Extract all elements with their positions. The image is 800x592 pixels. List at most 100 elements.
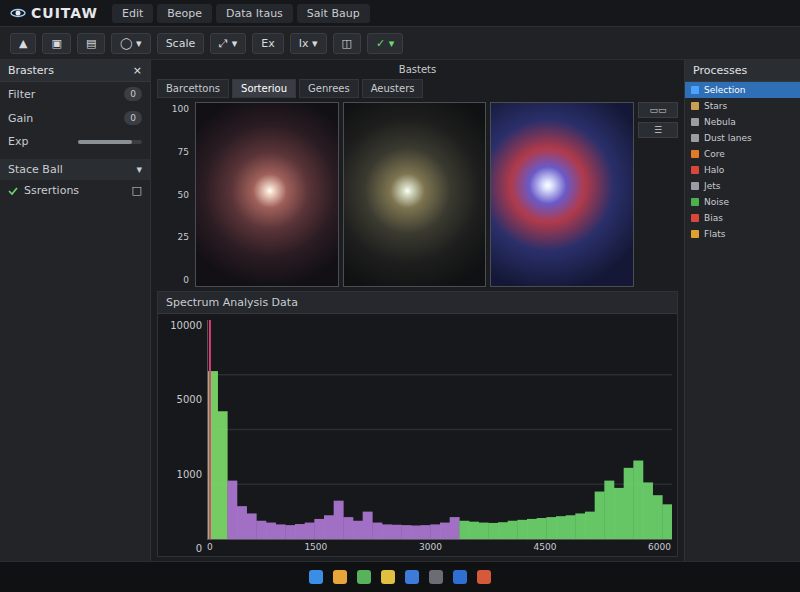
section-header[interactable]: Stace Ball ▾ [0, 159, 150, 180]
viewer-area: Bastets BarcettonsSorteriouGenreesAeuster… [151, 60, 684, 561]
toggle-knob[interactable]: 0 [124, 87, 142, 101]
menu-item[interactable]: Beope [157, 4, 212, 23]
x-tick: 1500 [304, 542, 327, 552]
item-label: Flats [704, 229, 725, 239]
spectrum-bar [595, 492, 605, 539]
layer-row[interactable]: Gain0 [0, 106, 150, 130]
process-item[interactable]: Nebula [685, 114, 800, 130]
tool-button[interactable]: ✓ ▾ [367, 33, 403, 54]
app-icon[interactable] [453, 570, 467, 584]
layer-row[interactable]: Exp [0, 130, 150, 153]
tool-button[interactable]: ◯ ▾ [111, 33, 150, 54]
x-tick: 3000 [419, 542, 442, 552]
title-bar: CUITAWEditBeopeData ItausSait Baup [0, 0, 800, 27]
spectrum-bar [363, 512, 373, 539]
tool-button[interactable]: Ex [252, 33, 283, 54]
spectrum-chart [207, 320, 672, 540]
spectrum-bar [392, 525, 402, 539]
item-label: Bias [704, 213, 723, 223]
spectrum-bar [662, 504, 672, 539]
color-swatch [691, 182, 699, 190]
plot-area: 01500300045006000 [207, 320, 671, 554]
tool-button[interactable]: ⤢ ▾ [210, 33, 246, 54]
spectrum-bar [517, 520, 527, 539]
close-button[interactable]: × [133, 64, 142, 77]
spectrum-bar [653, 495, 663, 539]
x-tick: 6000 [648, 542, 671, 552]
image-tab[interactable]: Barcettons [157, 79, 229, 98]
process-item[interactable]: Flats [685, 226, 800, 242]
slider-track[interactable] [78, 140, 142, 144]
section-item[interactable]: Ssrertions□ [0, 180, 150, 201]
chart-body: 1000050001000001500300045006000 [158, 314, 677, 556]
panel-title: Processes [693, 64, 747, 77]
toggle-knob[interactable]: 0 [124, 111, 142, 125]
viewer-tools: ▭▭ ☰ [638, 102, 678, 287]
tool-button[interactable]: ◫ [333, 33, 361, 54]
image-tab[interactable]: Sorteriou [232, 79, 296, 98]
process-item[interactable]: Core [685, 146, 800, 162]
spectrum-bar [440, 523, 450, 539]
tool-button[interactable]: Ix ▾ [290, 33, 327, 54]
image-tab[interactable]: Aeusters [362, 79, 424, 98]
tool-button[interactable]: Scale [157, 33, 205, 54]
orbit-icon [10, 5, 26, 21]
app-icon[interactable] [477, 570, 491, 584]
color-swatch [691, 214, 699, 222]
spectrum-bar [537, 518, 547, 539]
app-icon[interactable] [429, 570, 443, 584]
app-icon[interactable] [357, 570, 371, 584]
app-icon[interactable] [381, 570, 395, 584]
section-title: Stace Ball [8, 163, 63, 176]
row-label: Exp [8, 135, 72, 148]
process-item[interactable]: Halo [685, 162, 800, 178]
astro-image[interactable] [490, 102, 634, 287]
process-item[interactable]: Jets [685, 178, 800, 194]
spectrum-bar [479, 523, 489, 539]
process-item[interactable]: Bias [685, 210, 800, 226]
process-item[interactable]: Selection [685, 82, 800, 98]
item-label: Dust lanes [704, 133, 752, 143]
viewer-button[interactable]: ▭▭ [638, 102, 678, 118]
process-item[interactable]: Dust lanes [685, 130, 800, 146]
layer-row[interactable]: Filter 0 [0, 82, 150, 106]
tool-button[interactable]: ▤ [77, 33, 105, 54]
spectrum-bar [585, 512, 595, 539]
spectrum-bar [488, 523, 498, 539]
expand-toggle[interactable]: ▾ [136, 163, 142, 176]
viewer-title: Bastets [157, 64, 678, 75]
color-swatch [691, 230, 699, 238]
item-label: Stars [704, 101, 727, 111]
spectrum-bar [624, 468, 634, 539]
spectrum-bar [334, 501, 344, 539]
app-icon[interactable] [333, 570, 347, 584]
layers-panel: Brasters×Filter0Gain0ExpStace Ball▾Ssrer… [0, 60, 151, 561]
image-tab[interactable]: Genrees [299, 79, 359, 98]
axis-tick: 75 [178, 147, 189, 157]
spectrum-bar [604, 481, 614, 539]
menu-item[interactable]: Edit [112, 4, 153, 23]
astro-image[interactable] [343, 102, 487, 287]
app-icon[interactable] [405, 570, 419, 584]
row-label: Filter [8, 88, 118, 101]
color-swatch [691, 150, 699, 158]
color-swatch [691, 166, 699, 174]
item-label: Core [704, 149, 725, 159]
spectrum-bar [266, 523, 276, 539]
image-tabs: BarcettonsSorteriouGenreesAeusters [157, 79, 678, 98]
x-axis: 01500300045006000 [207, 540, 671, 554]
spectrum-bar [401, 525, 411, 539]
menu-item[interactable]: Data Itaus [216, 4, 293, 23]
x-tick: 4500 [534, 542, 557, 552]
item-badge: □ [132, 184, 142, 197]
image-axis: 1007550250 [157, 102, 191, 287]
menu-item[interactable]: Sait Baup [297, 4, 370, 23]
process-item[interactable]: Stars [685, 98, 800, 114]
tool-button[interactable]: ▲ [10, 33, 36, 54]
tool-button[interactable]: ▣ [42, 33, 70, 54]
spectrum-bar [372, 523, 382, 539]
process-item[interactable]: Noise [685, 194, 800, 210]
astro-image[interactable] [195, 102, 339, 287]
app-icon[interactable] [309, 570, 323, 584]
viewer-button[interactable]: ☰ [638, 122, 678, 138]
